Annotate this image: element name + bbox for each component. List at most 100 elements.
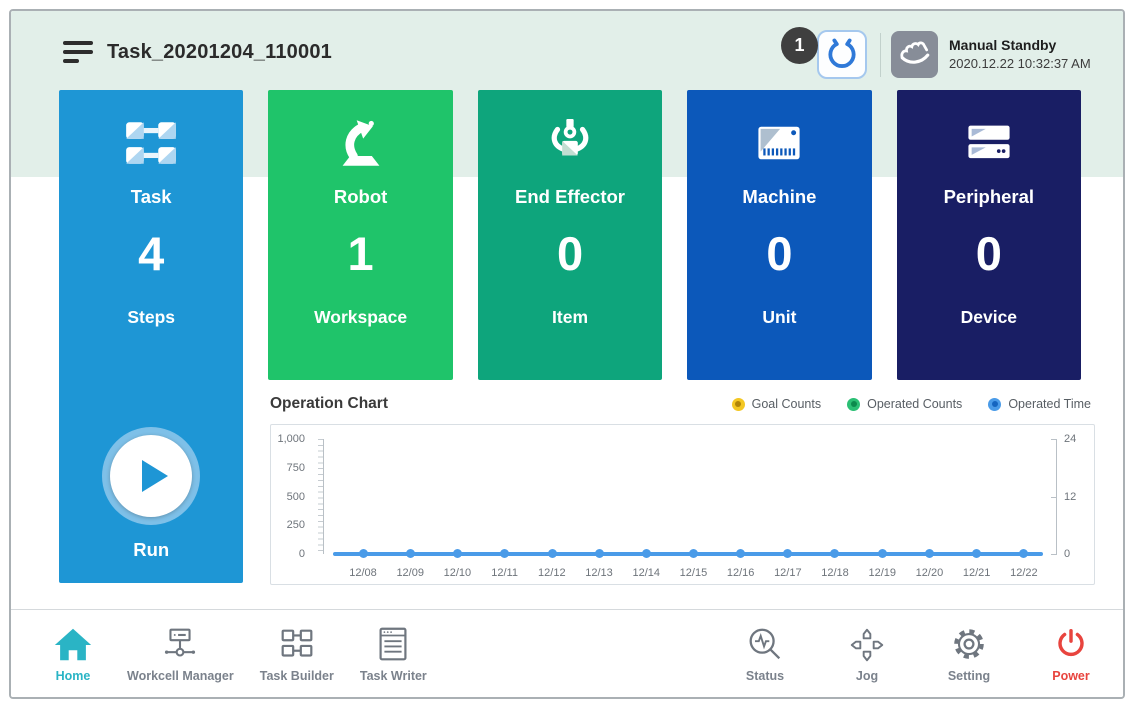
x-tick-label: 12/09 [393, 567, 427, 579]
setting-icon [947, 624, 991, 666]
data-point [548, 549, 557, 558]
x-tick-label: 12/15 [676, 567, 710, 579]
card-machine[interactable]: Machine 0 Unit [687, 90, 871, 380]
data-point [642, 549, 651, 558]
y2-tick-label: 0 [1064, 548, 1070, 560]
workcell-manager-icon [158, 624, 202, 666]
card-end-effector[interactable]: End Effector 0 Item [478, 90, 662, 380]
legend-dot-icon [847, 398, 860, 411]
y2-tick-label: 12 [1064, 491, 1076, 503]
card-task[interactable]: Task 4 Steps Run [59, 90, 243, 583]
status-icon [743, 624, 787, 666]
nav-item-workcell-manager[interactable]: Workcell Manager [127, 624, 234, 683]
x-tick-label: 12/18 [818, 567, 852, 579]
card-value: 0 [557, 230, 583, 277]
card-value: 0 [976, 230, 1002, 277]
nav-item-task-writer[interactable]: Task Writer [360, 624, 427, 683]
data-point [406, 549, 415, 558]
data-point [453, 549, 462, 558]
app-frame: Task_20201204_110001 1 Manual Standby 20… [9, 9, 1125, 699]
card-title: Task [131, 186, 172, 208]
card-unit: Device [961, 307, 1017, 328]
chart-title: Operation Chart [270, 395, 388, 413]
header-divider [880, 33, 881, 77]
run-button[interactable] [102, 427, 200, 525]
card-unit: Item [552, 307, 588, 328]
nav-label: Power [1052, 669, 1090, 683]
notification-badge: 1 [781, 27, 818, 64]
nav-item-home[interactable]: Home [45, 624, 101, 683]
run-icon [142, 460, 168, 492]
card-value: 0 [766, 230, 792, 277]
mode-status-title: Manual Standby [949, 37, 1091, 53]
task-writer-icon [371, 624, 415, 666]
x-tick-label: 12/16 [724, 567, 758, 579]
data-point [359, 549, 368, 558]
card-robot[interactable]: Robot 1 Workspace [268, 90, 452, 380]
data-point [689, 549, 698, 558]
nav-group-right: Status Jog [737, 624, 1099, 683]
right-axis-labels: 24120 [1062, 439, 1088, 554]
x-tick-label: 12/17 [771, 567, 805, 579]
home-icon [51, 624, 95, 666]
card-title: Robot [334, 186, 387, 208]
legend-item-goal-counts: Goal Counts [732, 397, 821, 411]
card-title: Peripheral [944, 186, 1035, 208]
x-tick-label: 12/22 [1007, 567, 1041, 579]
task-icon [122, 114, 180, 172]
legend-label: Goal Counts [752, 397, 821, 411]
chart-legend: Goal Counts Operated Counts Operated Tim… [732, 397, 1091, 411]
card-value: 4 [138, 230, 164, 277]
screen: Task_20201204_110001 1 Manual Standby 20… [0, 0, 1134, 708]
x-tick-label: 12/12 [535, 567, 569, 579]
x-tick-label: 12/13 [582, 567, 616, 579]
data-point [925, 549, 934, 558]
power-icon [1049, 624, 1093, 666]
y-tick-label: 500 [287, 491, 305, 503]
card-peripheral[interactable]: Peripheral 0 Device [897, 90, 1081, 380]
chart-dots [359, 549, 1028, 558]
left-axis-labels: 1,0007505002500 [273, 439, 315, 554]
bottom-navbar: Home [11, 609, 1123, 697]
peripheral-icon [962, 114, 1016, 172]
legend-item-operated-time: Operated Time [988, 397, 1091, 411]
data-point [878, 549, 887, 558]
data-point [1019, 549, 1028, 558]
card-unit: Unit [762, 307, 796, 328]
nav-item-jog[interactable]: Jog [839, 624, 895, 683]
x-tick-label: 12/10 [440, 567, 474, 579]
x-tick-label: 12/20 [912, 567, 946, 579]
nav-item-task-builder[interactable]: Task Builder [260, 624, 334, 683]
x-tick-label: 12/21 [960, 567, 994, 579]
legend-dot-icon [732, 398, 745, 411]
nav-item-power[interactable]: Power [1043, 624, 1099, 683]
nav-item-setting[interactable]: Setting [941, 624, 997, 683]
nav-label: Status [746, 669, 784, 683]
machine-icon [752, 114, 806, 172]
nav-group-left: Home [45, 624, 427, 683]
x-axis-labels: 12/0812/0912/1012/1112/1212/1312/1412/15… [346, 567, 1041, 579]
end-effector-tool-button[interactable] [817, 30, 867, 79]
data-point [736, 549, 745, 558]
y-tick-label: 1,000 [277, 433, 305, 445]
run-button-core [110, 435, 192, 517]
card-value: 1 [348, 230, 374, 277]
nav-label: Task Writer [360, 669, 427, 683]
legend-label: Operated Counts [867, 397, 962, 411]
nav-item-status[interactable]: Status [737, 624, 793, 683]
data-point [500, 549, 509, 558]
x-tick-label: 12/19 [865, 567, 899, 579]
data-point [783, 549, 792, 558]
manual-mode-button[interactable] [891, 31, 938, 78]
nav-label: Jog [856, 669, 878, 683]
x-tick-label: 12/08 [346, 567, 380, 579]
gripper-tool-icon [824, 34, 860, 75]
card-title: End Effector [515, 186, 625, 208]
data-point [595, 549, 604, 558]
chart-header: Operation Chart Goal Counts Operated Cou… [270, 395, 1091, 413]
x-tick-label: 12/14 [629, 567, 663, 579]
menu-icon[interactable] [63, 41, 95, 67]
nav-label: Task Builder [260, 669, 334, 683]
nav-label: Home [56, 669, 91, 683]
y2-tick-label: 24 [1064, 433, 1076, 445]
